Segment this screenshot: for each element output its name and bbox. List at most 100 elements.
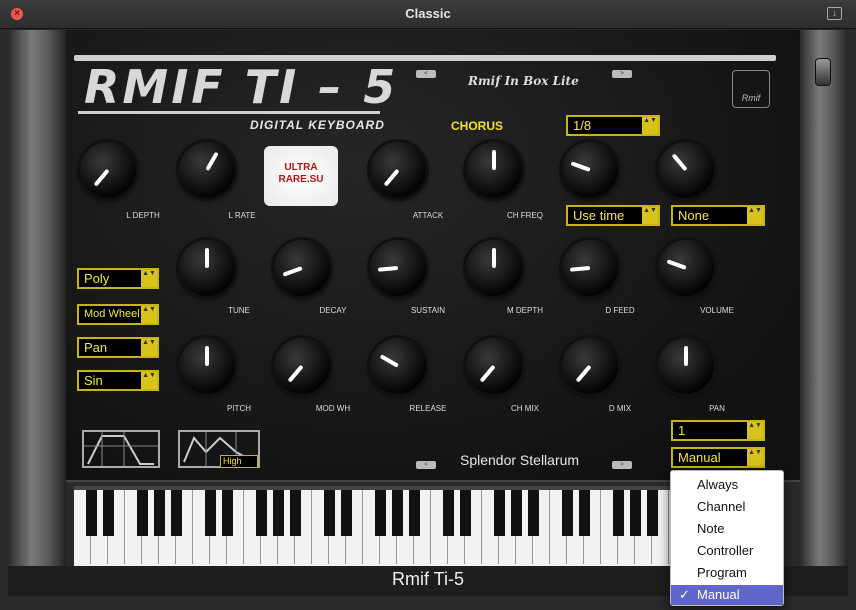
option-label: Note — [697, 521, 725, 536]
window-title: Classic — [405, 6, 451, 21]
power-toggle[interactable] — [815, 58, 831, 86]
label-attack: ATTACK — [412, 211, 444, 220]
preset-prev-button[interactable]: < — [416, 461, 436, 469]
label-pan: PAN — [709, 404, 725, 413]
save-preset-icon[interactable]: ↓ — [827, 7, 842, 20]
knob-indicator — [383, 168, 400, 187]
preset-name: Splendor Stellarum — [460, 452, 580, 468]
bank-next-button[interactable]: > — [612, 70, 632, 78]
label-pitch: PITCH — [227, 404, 251, 413]
black-key[interactable] — [103, 490, 114, 536]
midi-channel-select[interactable]: 1 ▲▼ — [671, 420, 765, 441]
select-value: Manual — [678, 450, 721, 465]
select-value: Use time — [573, 208, 625, 223]
use-time-select[interactable]: Use time ▲▼ — [566, 205, 660, 226]
select-value: None — [678, 208, 710, 223]
stepper-arrows-icon: ▲▼ — [141, 306, 157, 323]
select-value: Pan — [84, 340, 108, 355]
knob-d-mix[interactable] — [562, 338, 618, 394]
mod-target-select[interactable]: Pan ▲▼ — [77, 337, 159, 358]
black-key[interactable] — [222, 490, 233, 536]
knob-attack[interactable] — [370, 142, 426, 198]
black-key[interactable] — [494, 490, 505, 536]
dropdown-option-channel[interactable]: Channel — [671, 497, 783, 517]
black-key[interactable] — [154, 490, 165, 536]
label-d-mix: D MIX — [608, 404, 632, 413]
knob-chorus-rate[interactable] — [562, 142, 618, 198]
black-key[interactable] — [443, 490, 454, 536]
label-l-rate: L RATE — [228, 211, 256, 220]
label-tune: TUNE — [228, 306, 250, 315]
knob-indicator — [479, 364, 496, 383]
knob-indicator — [570, 161, 591, 172]
black-key[interactable] — [511, 490, 522, 536]
black-key[interactable] — [290, 490, 301, 536]
black-key[interactable] — [137, 490, 148, 536]
knob-sustain[interactable] — [370, 240, 426, 296]
dropdown-option-manual[interactable]: ✓ Manual — [671, 585, 783, 605]
piano-keyboard[interactable] — [74, 486, 674, 568]
label-l-depth: L DEPTH — [126, 211, 160, 220]
knob-d-feed[interactable] — [562, 240, 618, 296]
checkmark-icon: ✓ — [679, 587, 690, 602]
none-select[interactable]: None ▲▼ — [671, 205, 765, 226]
ultra-rare-badge: ULTRA RARE.SU — [264, 146, 338, 206]
knob-ch-mix[interactable] — [466, 338, 522, 394]
knob-indicator — [205, 248, 209, 268]
knob-mod-wh[interactable] — [274, 338, 330, 394]
black-key[interactable] — [579, 490, 590, 536]
logo-underline — [78, 111, 380, 114]
dropdown-option-note[interactable]: Note — [671, 519, 783, 539]
black-key[interactable] — [409, 490, 420, 536]
knob-release[interactable] — [370, 338, 426, 394]
black-key[interactable] — [205, 490, 216, 536]
knob-tune[interactable] — [179, 240, 235, 296]
black-key[interactable] — [460, 490, 471, 536]
black-key[interactable] — [562, 490, 573, 536]
black-key[interactable] — [171, 490, 182, 536]
trigger-mode-dropdown[interactable]: Always Channel Note Controller Program ✓ Manua… — [670, 470, 784, 606]
black-key[interactable] — [341, 490, 352, 536]
stepper-arrows-icon: ▲▼ — [141, 372, 157, 389]
dropdown-option-controller[interactable]: Controller — [671, 541, 783, 561]
black-key[interactable] — [613, 490, 624, 536]
stepper-arrows-icon: ▲▼ — [141, 339, 157, 356]
black-key[interactable] — [392, 490, 403, 536]
select-value: 1/8 — [573, 118, 592, 133]
knob-ch-freq[interactable] — [466, 142, 522, 198]
knob-volume[interactable] — [658, 240, 714, 296]
label-m-depth: M DEPTH — [507, 306, 543, 315]
black-key[interactable] — [86, 490, 97, 536]
brand-logo-icon: Rmif — [732, 70, 770, 108]
knob-indicator — [205, 346, 209, 366]
bank-prev-button[interactable]: < — [416, 70, 436, 78]
lfo-wave-select[interactable]: Sin ▲▼ — [77, 370, 159, 391]
knob-indicator — [93, 168, 110, 187]
black-key[interactable] — [256, 490, 267, 536]
black-key[interactable] — [647, 490, 658, 536]
black-key[interactable] — [375, 490, 386, 536]
dropdown-option-program[interactable]: Program — [671, 563, 783, 583]
voice-mode-select[interactable]: Poly ▲▼ — [77, 268, 159, 289]
stepper-arrows-icon: ▲▼ — [747, 207, 763, 224]
preset-next-button[interactable]: > — [612, 461, 632, 469]
tempo-division-select[interactable]: 1/8 ▲▼ — [566, 115, 660, 136]
black-key[interactable] — [528, 490, 539, 536]
mod-source-select[interactable]: Mod Wheel ▲▼ — [77, 304, 159, 325]
envelope-mode-select[interactable]: High — [220, 455, 258, 468]
black-key[interactable] — [273, 490, 284, 536]
black-key[interactable] — [324, 490, 335, 536]
plugin-subtitle: DIGITAL KEYBOARD — [250, 118, 385, 132]
knob-indicator — [666, 259, 687, 270]
black-key[interactable] — [630, 490, 641, 536]
dropdown-option-always[interactable]: Always — [671, 475, 783, 495]
trigger-mode-select[interactable]: Manual ▲▼ — [671, 447, 765, 468]
knob-decay[interactable] — [274, 240, 330, 296]
knob-indicator — [575, 364, 592, 383]
knob-pitch[interactable] — [179, 338, 235, 394]
knob-pan[interactable] — [658, 338, 714, 394]
knob-chorus-depth[interactable] — [658, 142, 714, 198]
knob-l-depth[interactable] — [80, 142, 136, 198]
knob-l-rate[interactable] — [179, 142, 235, 198]
knob-m-depth[interactable] — [466, 240, 522, 296]
